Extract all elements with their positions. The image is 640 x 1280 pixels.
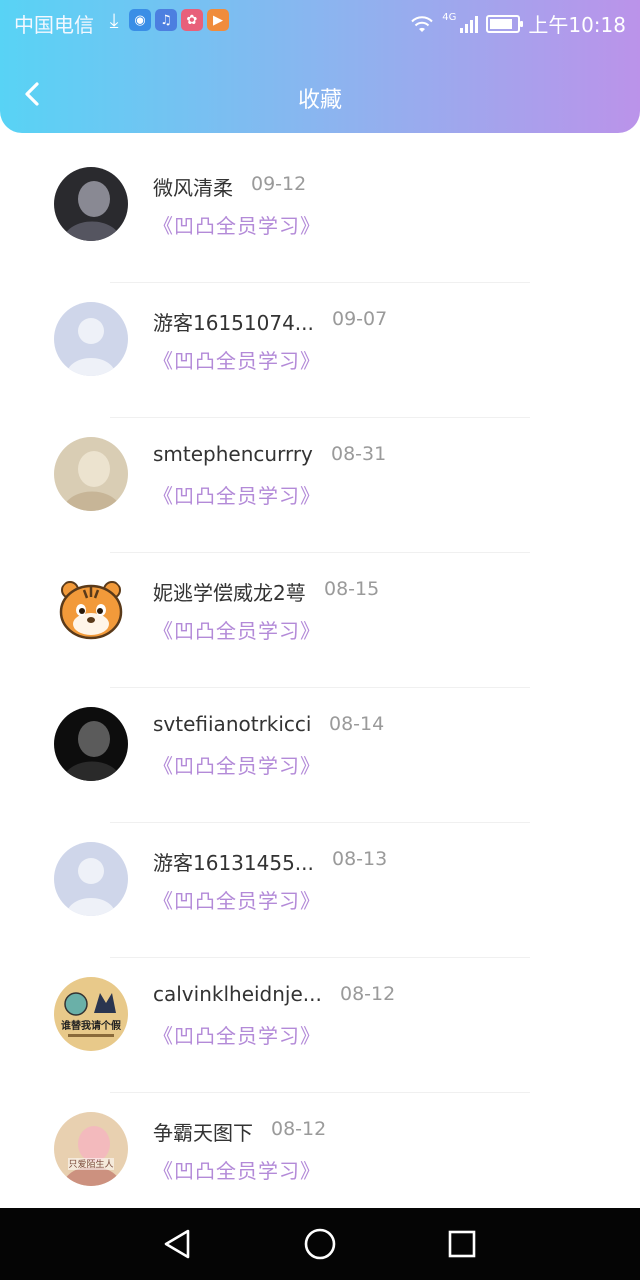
user-name: 微风清柔 (153, 176, 233, 200)
list-item[interactable]: 谁替我请个假 calvinklheidnje... 08-12 《凹凸全员学习》 (0, 958, 640, 1093)
list-item[interactable]: svtefiianotrkicci 08-14 《凹凸全员学习》 (0, 688, 640, 823)
book-title-link[interactable]: 《凹凸全员学习》 (153, 480, 321, 509)
favorites-list: 微风清柔 09-12 《凹凸全员学习》 游客16151074... 09-07 《凹凸全员… (0, 148, 640, 1228)
header-bar: 中国电信 ⤓ ◉ ♫ ✿ ▶ 4G 上午10:18 收藏 (0, 0, 640, 133)
favorite-date: 09-07 (332, 308, 388, 330)
avatar[interactable] (54, 437, 128, 511)
favorite-date: 09-12 (251, 173, 307, 195)
avatar[interactable] (54, 572, 128, 646)
status-bar: 中国电信 ⤓ ◉ ♫ ✿ ▶ 4G 上午10:18 (0, 0, 640, 44)
user-name: 争霸天图下 (153, 1121, 253, 1145)
app-store-icon: ✿ (181, 9, 203, 31)
status-right: 4G 上午10:18 (410, 9, 626, 38)
user-name: smtephencurrry (153, 442, 313, 466)
book-title-link[interactable]: 《凹凸全员学习》 (153, 615, 321, 644)
carrier-label: 中国电信 (14, 13, 94, 37)
signal-icon (460, 15, 479, 33)
list-item[interactable]: 游客16151074... 09-07 《凹凸全员学习》 (0, 283, 640, 418)
avatar[interactable]: 只爱陌生人 (54, 1112, 128, 1186)
book-title-link[interactable]: 《凹凸全员学习》 (153, 1020, 321, 1049)
app-icon: ◉ (129, 9, 151, 31)
favorite-date: 08-31 (331, 443, 387, 465)
book-title-link[interactable]: 《凹凸全员学习》 (153, 345, 321, 374)
favorite-date: 08-13 (332, 848, 388, 870)
list-item[interactable]: 微风清柔 09-12 《凹凸全员学习》 (0, 148, 640, 283)
list-item[interactable]: smtephencurrry 08-31 《凹凸全员学习》 (0, 418, 640, 553)
avatar[interactable] (54, 167, 128, 241)
avatar[interactable]: 谁替我请个假 (54, 977, 128, 1051)
clock: 上午10:18 (528, 13, 626, 37)
user-name: 妮逃学偿威龙2萼 (153, 581, 306, 605)
user-name: 游客16131455... (153, 851, 314, 875)
system-nav-bar (0, 1208, 640, 1280)
user-name: calvinklheidnje... (153, 982, 322, 1006)
user-name: svtefiianotrkicci (153, 712, 312, 736)
battery-icon (486, 14, 524, 33)
network-type: 4G (442, 12, 457, 23)
avatar[interactable] (54, 302, 128, 376)
book-title-link[interactable]: 《凹凸全员学习》 (153, 210, 321, 239)
video-icon: ▶ (207, 9, 229, 31)
download-icon: ⤓ (109, 8, 119, 32)
svg-text:谁替我请个假: 谁替我请个假 (61, 1019, 122, 1032)
book-title-link[interactable]: 《凹凸全员学习》 (153, 1155, 321, 1184)
favorite-date: 08-12 (340, 983, 396, 1005)
battery-level (490, 18, 513, 29)
favorite-date: 08-12 (271, 1118, 327, 1140)
favorite-date: 08-15 (324, 578, 380, 600)
music-icon: ♫ (155, 9, 177, 31)
book-title-link[interactable]: 《凹凸全员学习》 (153, 750, 321, 779)
square-recents-icon[interactable] (444, 1226, 480, 1262)
list-item[interactable]: 游客16131455... 08-13 《凹凸全员学习》 (0, 823, 640, 958)
page-title: 收藏 (297, 88, 342, 113)
list-item[interactable]: 妮逃学偿威龙2萼 08-15 《凹凸全员学习》 (0, 553, 640, 688)
svg-text:只爱陌生人: 只爱陌生人 (68, 1158, 113, 1170)
favorite-date: 08-14 (329, 713, 385, 735)
notification-icons: ⤓ ◉ ♫ ✿ ▶ (103, 8, 229, 32)
user-name: 游客16151074... (153, 311, 314, 335)
avatar[interactable] (54, 707, 128, 781)
wifi-icon (411, 15, 433, 32)
book-title-link[interactable]: 《凹凸全员学习》 (153, 885, 321, 914)
avatar[interactable] (54, 842, 128, 916)
circle-home-icon[interactable] (302, 1226, 338, 1262)
triangle-back-icon[interactable] (160, 1226, 196, 1262)
